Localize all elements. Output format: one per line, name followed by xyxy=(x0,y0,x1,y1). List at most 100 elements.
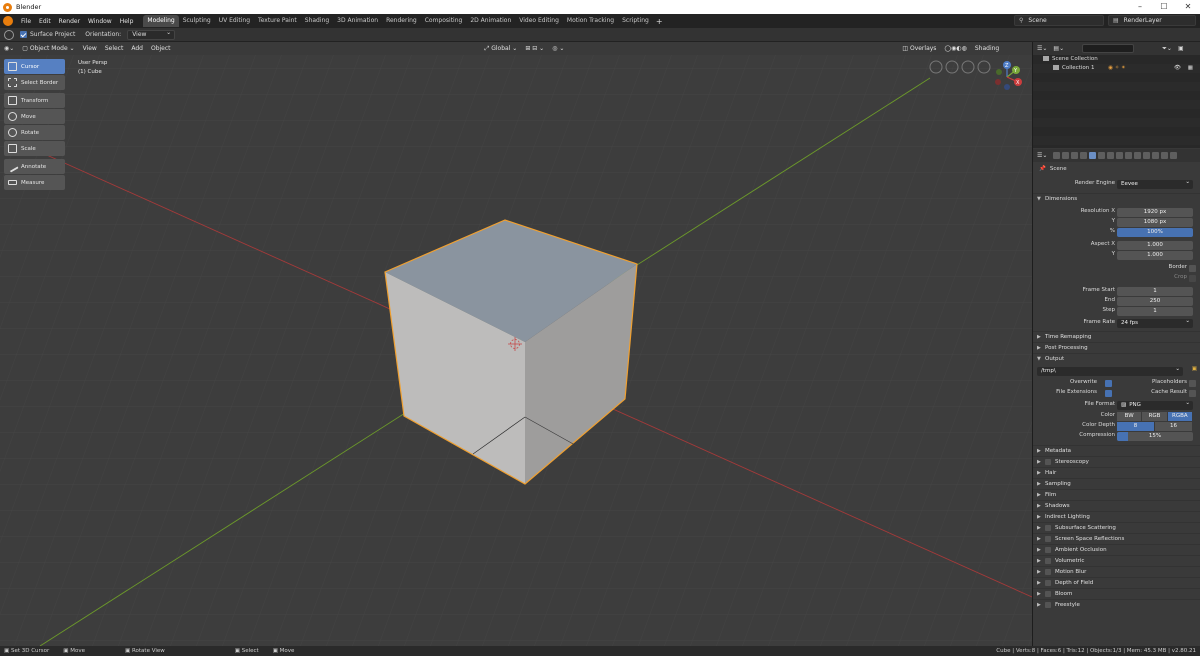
visibility-icon[interactable]: 👁 xyxy=(1174,64,1181,73)
panel-enable-checkbox[interactable] xyxy=(1045,535,1051,542)
scene-selector[interactable]: ⚲ Scene xyxy=(1014,15,1104,26)
menu-view[interactable]: View xyxy=(79,45,101,52)
proportional-edit-icon[interactable]: ◎ ⌄ xyxy=(548,45,568,52)
frame-rate-dropdown[interactable]: 24 fps xyxy=(1117,317,1193,328)
crop-checkbox[interactable] xyxy=(1189,274,1196,282)
outliner-search-input[interactable] xyxy=(1082,44,1135,53)
output-tab[interactable] xyxy=(1071,152,1079,159)
panel-header-metadata[interactable]: ▶ Metadata xyxy=(1033,445,1200,456)
border-checkbox[interactable] xyxy=(1189,264,1196,272)
frame-start-field[interactable]: 1 xyxy=(1117,286,1193,296)
color-depth-8-option[interactable]: 8 xyxy=(1117,421,1154,431)
time-remapping-panel-header[interactable]: ▶ Time Remapping xyxy=(1033,331,1200,342)
color-bw-option[interactable]: BW xyxy=(1117,411,1142,421)
menu-render[interactable]: Render xyxy=(55,18,84,25)
tool-transform[interactable]: Transform xyxy=(4,93,65,108)
neg-x-axis-icon[interactable] xyxy=(995,79,1001,85)
panel-enable-checkbox[interactable] xyxy=(1045,579,1051,586)
panel-enable-checkbox[interactable] xyxy=(1045,557,1051,564)
compression-slider[interactable]: 15% xyxy=(1117,431,1193,441)
shading-dropdown[interactable]: Shading xyxy=(971,45,1003,52)
neg-y-axis-icon[interactable] xyxy=(996,69,1002,75)
tab-video-editing[interactable]: Video Editing xyxy=(515,15,563,27)
aspect-x-field[interactable]: 1.000 xyxy=(1117,240,1193,250)
panel-header-indirect-lighting[interactable]: ▶ Indirect Lighting xyxy=(1033,511,1200,522)
tool-measure[interactable]: Measure xyxy=(4,175,65,190)
placeholders-checkbox[interactable] xyxy=(1189,379,1196,387)
frame-step-field[interactable]: 1 xyxy=(1117,306,1193,316)
menu-file[interactable]: File xyxy=(17,18,35,25)
overwrite-checkbox[interactable] xyxy=(1105,379,1112,387)
axis-gizmo[interactable]: Z Y X xyxy=(995,61,1022,90)
aspect-y-field[interactable]: 1.000 xyxy=(1117,250,1193,260)
menu-edit[interactable]: Edit xyxy=(35,18,55,25)
cache-result-checkbox[interactable] xyxy=(1189,389,1196,397)
folder-icon[interactable]: ▣ xyxy=(1192,366,1197,372)
overlays-toggle[interactable]: ◫ Overlays xyxy=(898,45,940,52)
render-tab[interactable] xyxy=(1062,152,1070,159)
dimensions-panel-header[interactable]: ▼ Dimensions xyxy=(1033,193,1200,204)
tab-texture-paint[interactable]: Texture Paint xyxy=(254,15,301,27)
menu-window[interactable]: Window xyxy=(84,18,116,25)
panel-header-film[interactable]: ▶ Film xyxy=(1033,489,1200,500)
constraints-tab[interactable] xyxy=(1143,152,1151,159)
orientation-dropdown[interactable]: View xyxy=(127,29,176,40)
camera-view-icon[interactable] xyxy=(961,60,975,74)
color-depth-16-option[interactable]: 16 xyxy=(1155,421,1192,431)
material-tab[interactable] xyxy=(1161,152,1169,159)
file-extensions-checkbox[interactable] xyxy=(1105,389,1112,397)
new-collection-icon[interactable]: ▣ xyxy=(1178,45,1184,52)
menu-select[interactable]: Select xyxy=(101,45,128,52)
tab-shading[interactable]: Shading xyxy=(301,15,333,27)
3d-viewport[interactable]: ◉⌄ ▢ Object Mode ⌄ View Select Add Objec… xyxy=(0,42,1032,646)
scene-collection-row[interactable]: Scene Collection xyxy=(1033,55,1200,64)
tool-move[interactable]: Move xyxy=(4,109,65,124)
panel-enable-checkbox[interactable] xyxy=(1045,546,1051,553)
add-workspace-button[interactable]: + xyxy=(653,17,666,26)
tab-scripting[interactable]: Scripting xyxy=(618,15,653,27)
surface-project-checkbox[interactable] xyxy=(20,31,27,38)
object-tab[interactable] xyxy=(1107,152,1115,159)
tab-2d-animation[interactable]: 2D Animation xyxy=(466,15,515,27)
physics-tab[interactable] xyxy=(1134,152,1142,159)
file-format-dropdown[interactable]: ▨ PNG xyxy=(1117,399,1193,410)
data-tab[interactable] xyxy=(1152,152,1160,159)
panel-enable-checkbox[interactable] xyxy=(1045,568,1051,575)
pin-icon[interactable]: 📌 xyxy=(1039,166,1046,172)
modifier-tab[interactable] xyxy=(1116,152,1124,159)
close-icon[interactable]: ✕ xyxy=(1176,0,1200,14)
color-rgb-option[interactable]: RGB xyxy=(1142,411,1167,421)
zoom-icon[interactable] xyxy=(929,60,943,74)
panel-enable-checkbox[interactable] xyxy=(1045,524,1051,531)
tab-rendering[interactable]: Rendering xyxy=(382,15,421,27)
minimize-icon[interactable]: – xyxy=(1128,0,1152,14)
panel-header-shadows[interactable]: ▶ Shadows xyxy=(1033,500,1200,511)
frame-end-field[interactable]: 250 xyxy=(1117,296,1193,306)
menu-add[interactable]: Add xyxy=(127,45,147,52)
view-layer-selector[interactable]: ▤ RenderLayer xyxy=(1108,15,1196,26)
tool-tab[interactable] xyxy=(1053,152,1061,159)
panel-header-freestyle[interactable]: ▶ Freestyle xyxy=(1033,599,1200,610)
panel-header-ambient-occlusion[interactable]: ▶ Ambient Occlusion xyxy=(1033,544,1200,555)
panel-enable-checkbox[interactable] xyxy=(1045,590,1051,597)
snap-icon[interactable]: ⊞ ⊟ ⌄ xyxy=(521,45,548,52)
post-processing-panel-header[interactable]: ▶ Post Processing xyxy=(1033,342,1200,353)
neg-z-axis-icon[interactable] xyxy=(1004,84,1010,90)
output-path-field[interactable]: /tmp\ xyxy=(1037,365,1183,376)
menu-object[interactable]: Object xyxy=(147,45,175,52)
filter-icon[interactable]: ⏷⌄ xyxy=(1162,45,1172,53)
tab-modeling[interactable]: Modeling xyxy=(143,15,179,27)
blender-menu-icon[interactable] xyxy=(3,16,13,26)
menu-help[interactable]: Help xyxy=(116,18,138,25)
panel-header-stereoscopy[interactable]: ▶ Stereoscopy xyxy=(1033,456,1200,467)
render-engine-dropdown[interactable]: Eevee xyxy=(1117,178,1193,189)
maximize-icon[interactable]: ☐ xyxy=(1152,0,1176,14)
resolution-percent-field[interactable]: 100% xyxy=(1117,227,1193,237)
outliner-editor-icon[interactable]: ☰⌄ xyxy=(1037,45,1047,52)
panel-header-sampling[interactable]: ▶ Sampling xyxy=(1033,478,1200,489)
shading-modes[interactable]: ◯◉◐◍ xyxy=(940,45,970,52)
panel-enable-checkbox[interactable] xyxy=(1045,458,1051,465)
tab-sculpting[interactable]: Sculpting xyxy=(179,15,215,27)
display-mode-icon[interactable]: ▤⌄ xyxy=(1053,45,1064,52)
tab-3d-animation[interactable]: 3D Animation xyxy=(333,15,382,27)
